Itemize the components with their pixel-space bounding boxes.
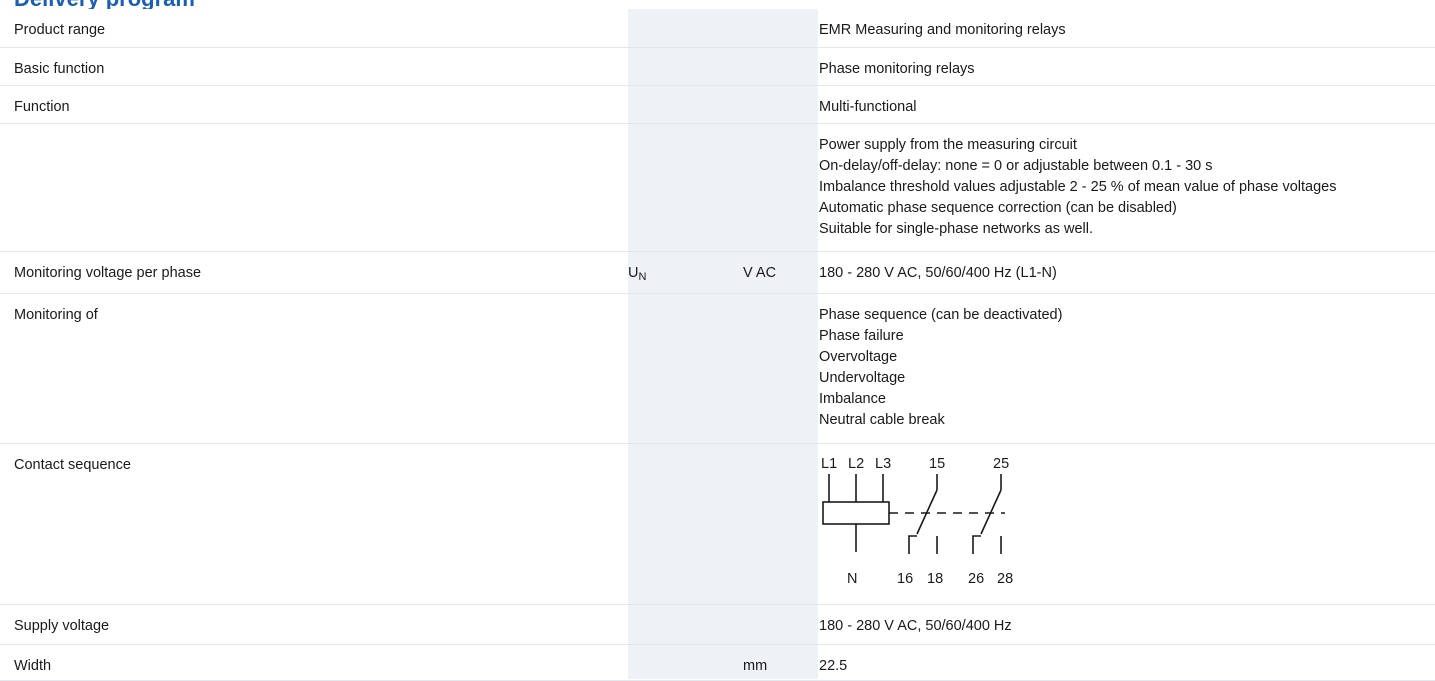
- spec-row-function: Function Multi-functional: [0, 85, 1435, 124]
- row-label: [14, 124, 628, 135]
- monitoring-item: Overvoltage: [819, 348, 898, 365]
- contact-15-blade: [916, 489, 938, 534]
- row-label: Monitoring voltage per phase: [14, 264, 202, 281]
- monitoring-item: Phase sequence (can be deactivated): [819, 306, 1063, 323]
- spec-row-supply-voltage: Supply voltage 180 - 280 V AC, 50/60/400…: [0, 604, 1435, 645]
- heading-strip: Delivery program: [0, 0, 1435, 9]
- row-label: Basic function: [14, 60, 105, 77]
- contact-sequence-diagram: L1 L2 L3 15 25 N 16 18 26 28: [821, 456, 1013, 587]
- row-label: Contact sequence: [14, 456, 131, 473]
- terminal-label-bottom: 16: [897, 571, 913, 587]
- contact-16-terminal: [908, 534, 917, 554]
- terminal-label-top: L3: [875, 456, 891, 472]
- feature-line: Automatic phase sequence correction (can…: [819, 199, 1177, 216]
- terminal-label-bottom: N: [847, 571, 857, 587]
- monitoring-item: Undervoltage: [819, 369, 906, 386]
- terminal-label-top: L2: [848, 456, 864, 472]
- unit: mm: [743, 657, 768, 674]
- row-value: 180 - 280 V AC, 50/60/400 Hz: [819, 617, 1012, 634]
- unit: V AC: [743, 264, 777, 281]
- terminal-label-top: 15: [929, 456, 945, 472]
- feature-line: On-delay/off-delay: none = 0 or adjustab…: [819, 157, 1213, 174]
- row-label: Function: [14, 98, 70, 115]
- spec-table: Product range EMR Measuring and monitori…: [0, 9, 1435, 681]
- spec-row-contact-sequence: Contact sequence L1 L2 L3 15 25 N 16 18 …: [0, 443, 1435, 605]
- terminal-label-bottom: 28: [997, 571, 1013, 587]
- terminal-label-top: 25: [993, 456, 1009, 472]
- symbol: UN: [628, 252, 743, 288]
- monitoring-item: Phase failure: [819, 327, 904, 344]
- row-value: Phase monitoring relays: [819, 60, 975, 77]
- spec-row-monitoring-voltage: Monitoring voltage per phase UN V AC 180…: [0, 251, 1435, 294]
- row-label: Width: [14, 657, 52, 674]
- terminal-label-bottom: 18: [927, 571, 943, 587]
- row-value: EMR Measuring and monitoring relays: [819, 22, 1066, 38]
- spec-row-basic-function: Basic function Phase monitoring relays: [0, 47, 1435, 86]
- row-label: Supply voltage: [14, 617, 110, 634]
- feature-line: Imbalance threshold values adjustable 2 …: [819, 178, 1337, 195]
- terminal-label-top: L1: [821, 456, 837, 472]
- feature-line: Suitable for single-phase networks as we…: [819, 220, 1094, 237]
- spec-row-product-range: Product range EMR Measuring and monitori…: [0, 9, 1435, 48]
- monitoring-item: Imbalance: [819, 390, 886, 407]
- section-heading: Delivery program: [14, 0, 195, 9]
- monitoring-item: Neutral cable break: [819, 411, 945, 428]
- spec-row-monitoring-of: Monitoring of Phase sequence (can be dea…: [0, 293, 1435, 444]
- contact-25-blade: [980, 489, 1002, 534]
- feature-line: Power supply from the measuring circuit: [819, 136, 1077, 153]
- row-value: 180 - 280 V AC, 50/60/400 Hz (L1-N): [819, 264, 1057, 281]
- row-label: Monitoring of: [14, 306, 98, 323]
- row-label: Product range: [14, 22, 106, 38]
- row-value: 22.5: [819, 657, 848, 674]
- spec-row-width: Width mm 22.5: [0, 644, 1435, 681]
- terminal-label-bottom: 26: [968, 571, 984, 587]
- row-value: Multi-functional: [819, 98, 917, 115]
- spec-row-function-details: Power supply from the measuring circuit …: [0, 123, 1435, 252]
- row-value-list: Phase sequence (can be deactivated) Phas…: [819, 294, 1435, 431]
- row-value-list: Power supply from the measuring circuit …: [819, 124, 1435, 240]
- symbol-subscript: N: [638, 270, 647, 283]
- symbol-main: U: [628, 264, 639, 281]
- relay-coil: [822, 500, 890, 525]
- contact-26-terminal: [972, 534, 981, 554]
